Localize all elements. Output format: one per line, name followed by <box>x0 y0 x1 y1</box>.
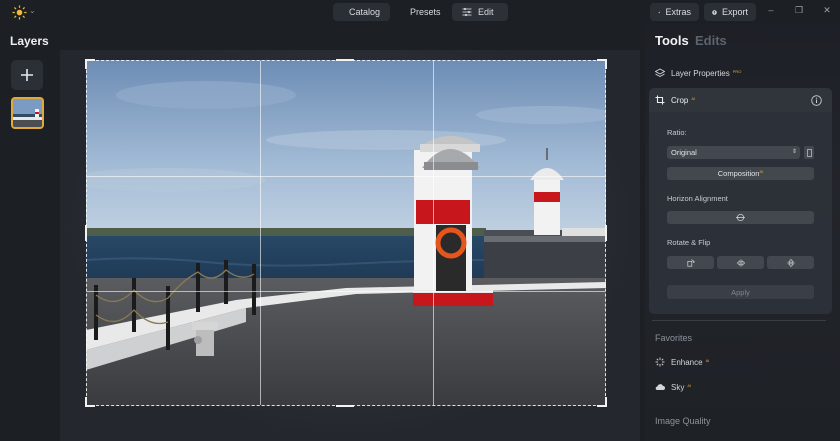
composition-label: Composition <box>717 169 760 178</box>
star-sparkle-icon <box>658 10 661 14</box>
crop-handle-top-left[interactable] <box>85 59 87 69</box>
tab-presets-label: Presets <box>410 7 441 17</box>
crop-handle-bottom[interactable] <box>336 405 354 407</box>
plus-icon <box>21 69 33 81</box>
orientation-toggle-button[interactable] <box>804 146 814 159</box>
crop-handle-top-right[interactable] <box>605 59 607 69</box>
layer-properties-label: Layer Properties <box>671 68 730 78</box>
extras-button[interactable]: Extras <box>650 3 699 21</box>
horizon-level-icon <box>736 213 745 222</box>
enhance-label: Enhance <box>671 357 703 367</box>
extras-label: Extras <box>665 7 691 17</box>
crop-handle-top[interactable] <box>336 59 354 61</box>
ai-badge: AI <box>691 95 696 101</box>
favorite-item-enhance[interactable]: Enhance AI <box>655 357 709 367</box>
tab-catalog-label: Catalog <box>349 7 381 17</box>
export-label: Export <box>721 7 748 17</box>
layer-thumbnail-image <box>13 99 42 127</box>
chevron-down-icon[interactable]: ⌄ <box>29 6 36 15</box>
minimize-icon[interactable]: – <box>765 5 777 15</box>
cloud-icon <box>655 384 665 391</box>
sliders-icon <box>462 7 472 17</box>
ai-badge: AI <box>705 357 710 363</box>
crop-handle-bottom-left[interactable] <box>85 397 87 407</box>
ratio-label: Ratio: <box>667 128 687 137</box>
info-icon[interactable] <box>811 95 822 106</box>
apply-button[interactable]: Apply <box>667 285 814 299</box>
tab-edit[interactable]: Edit <box>452 3 508 21</box>
ratio-select-value: Original <box>671 148 697 157</box>
crop-grid-line <box>87 176 605 177</box>
divider <box>652 320 826 321</box>
favorites-title: Favorites <box>655 333 693 343</box>
layers-title: Layers <box>10 34 49 48</box>
ai-badge: AI <box>687 382 692 388</box>
flip-vertical-button[interactable] <box>767 256 814 269</box>
add-layer-button[interactable] <box>11 60 43 90</box>
flip-vertical-icon <box>786 258 795 267</box>
portrait-icon <box>806 148 812 157</box>
image-quality-title: Image Quality <box>655 416 711 426</box>
crop-handle-left[interactable] <box>85 225 87 241</box>
crop-tool-title[interactable]: Crop AI <box>655 95 695 105</box>
crop-handle-right[interactable] <box>605 225 607 241</box>
pro-badge: PRO <box>732 68 742 74</box>
layer-thumbnail[interactable] <box>11 97 44 129</box>
horizon-alignment-label: Horizon Alignment <box>667 194 728 203</box>
rotate-flip-label: Rotate & Flip <box>667 238 711 247</box>
crop-grid-line <box>433 61 434 405</box>
chevron-updown-icon: ⇕ <box>791 149 797 155</box>
ratio-select[interactable]: Original ⇕ <box>667 146 800 159</box>
favorite-item-sky[interactable]: Sky AI <box>655 382 691 392</box>
horizon-alignment-button[interactable] <box>667 211 814 224</box>
composition-button[interactable]: Composition AI <box>667 167 814 180</box>
crop-handle-bottom-right[interactable] <box>605 397 607 407</box>
rotate-button[interactable] <box>667 256 714 269</box>
enhance-icon <box>655 357 665 367</box>
crop-grid-line <box>87 291 605 292</box>
flip-horizontal-button[interactable] <box>717 256 764 269</box>
sky-label: Sky <box>671 382 685 392</box>
tab-edit-label: Edit <box>478 7 494 17</box>
close-icon[interactable]: ✕ <box>821 5 833 16</box>
maximize-icon[interactable]: ❐ <box>793 5 805 16</box>
ai-badge: AI <box>759 169 764 174</box>
tab-tools[interactable]: Tools <box>655 33 689 48</box>
sun-logo-icon[interactable] <box>10 3 28 21</box>
tab-edits[interactable]: Edits <box>695 33 727 48</box>
export-button[interactable]: Export <box>704 3 756 21</box>
crop-label: Crop <box>671 95 689 105</box>
layers-stack-icon <box>655 68 665 78</box>
tab-catalog[interactable]: Catalog <box>333 3 390 21</box>
crop-grid-line <box>260 61 261 405</box>
rotate-icon <box>686 258 695 267</box>
top-bar: ⌄ Catalog Presets Edit Extras Export – ❐… <box>0 0 840 24</box>
crop-icon <box>655 95 665 105</box>
export-icon <box>712 9 717 15</box>
tab-presets[interactable]: Presets <box>394 3 448 21</box>
layer-properties-item[interactable]: Layer Properties PRO <box>655 68 741 78</box>
flip-horizontal-icon <box>736 258 745 267</box>
crop-frame[interactable] <box>86 60 606 406</box>
